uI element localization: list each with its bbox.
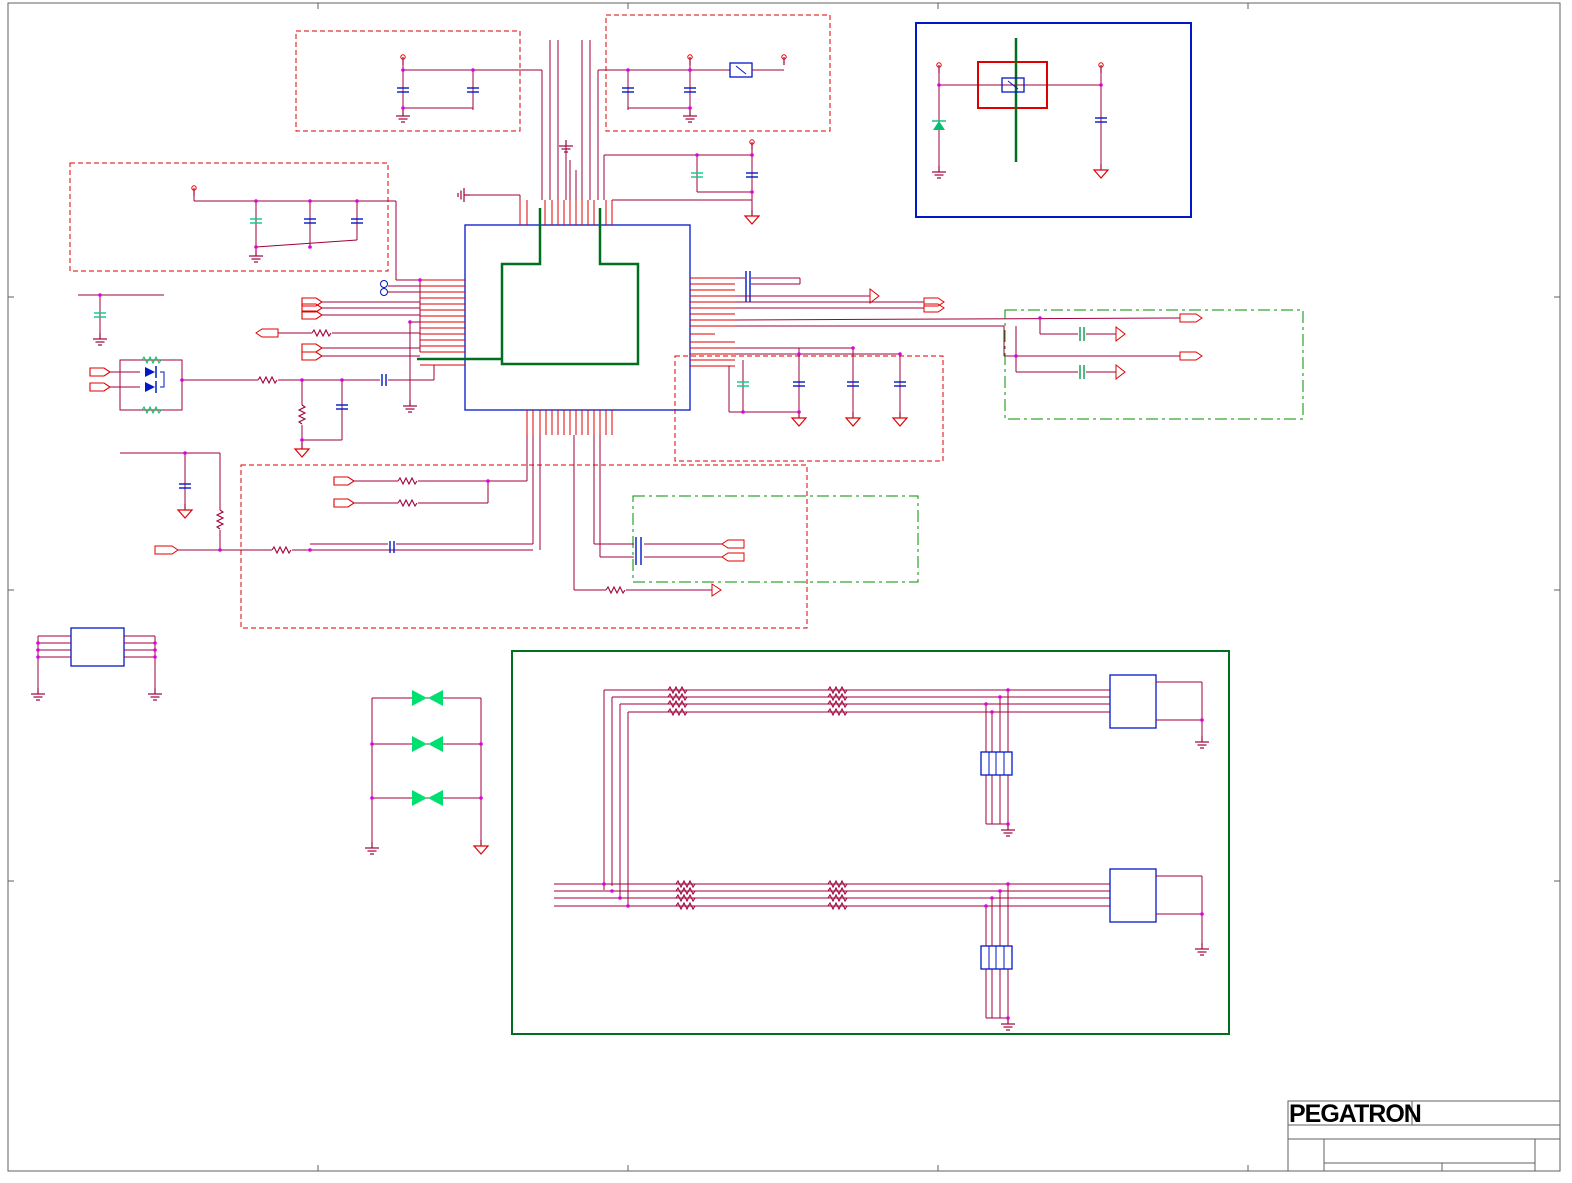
left-signal-group — [255, 280, 435, 413]
decoupling-block-right — [674, 347, 944, 462]
net-tie-group — [364, 690, 489, 855]
schematic-diagram: PEGATRON — [7, 2, 1561, 1172]
resistor-array-lower — [675, 880, 848, 910]
ic-ground-top-left — [457, 187, 521, 203]
main-ic — [417, 200, 735, 435]
decoupling-block-top-left — [295, 30, 591, 200]
decoupling-block-top-right — [603, 139, 760, 225]
connector-block — [511, 650, 1230, 1035]
pegatron-logo: PEGATRON — [1289, 1100, 1421, 1128]
diode-input-network — [89, 355, 434, 458]
cap-array-upper — [980, 751, 1013, 776]
decoupling-block-top-middle — [597, 14, 831, 200]
connector-lower — [1109, 868, 1210, 956]
cap-array-lower — [980, 945, 1013, 970]
bottom-middle-signal-block — [573, 435, 919, 597]
title-block: PEGATRON — [1287, 1100, 1561, 1172]
decoupling-block-left — [69, 162, 420, 281]
top-center-ground — [558, 139, 577, 200]
right-ac-coupling-block — [1004, 309, 1304, 420]
left-bypass-cap — [78, 294, 164, 346]
jumper-symbol — [729, 62, 753, 78]
right-signal-group — [734, 271, 1181, 357]
connector-upper — [1109, 674, 1210, 749]
power-switch-block — [915, 22, 1192, 218]
small-ic-block — [30, 627, 163, 701]
resistor-array-upper — [667, 686, 848, 716]
bottom-left-signal-block — [120, 435, 808, 629]
